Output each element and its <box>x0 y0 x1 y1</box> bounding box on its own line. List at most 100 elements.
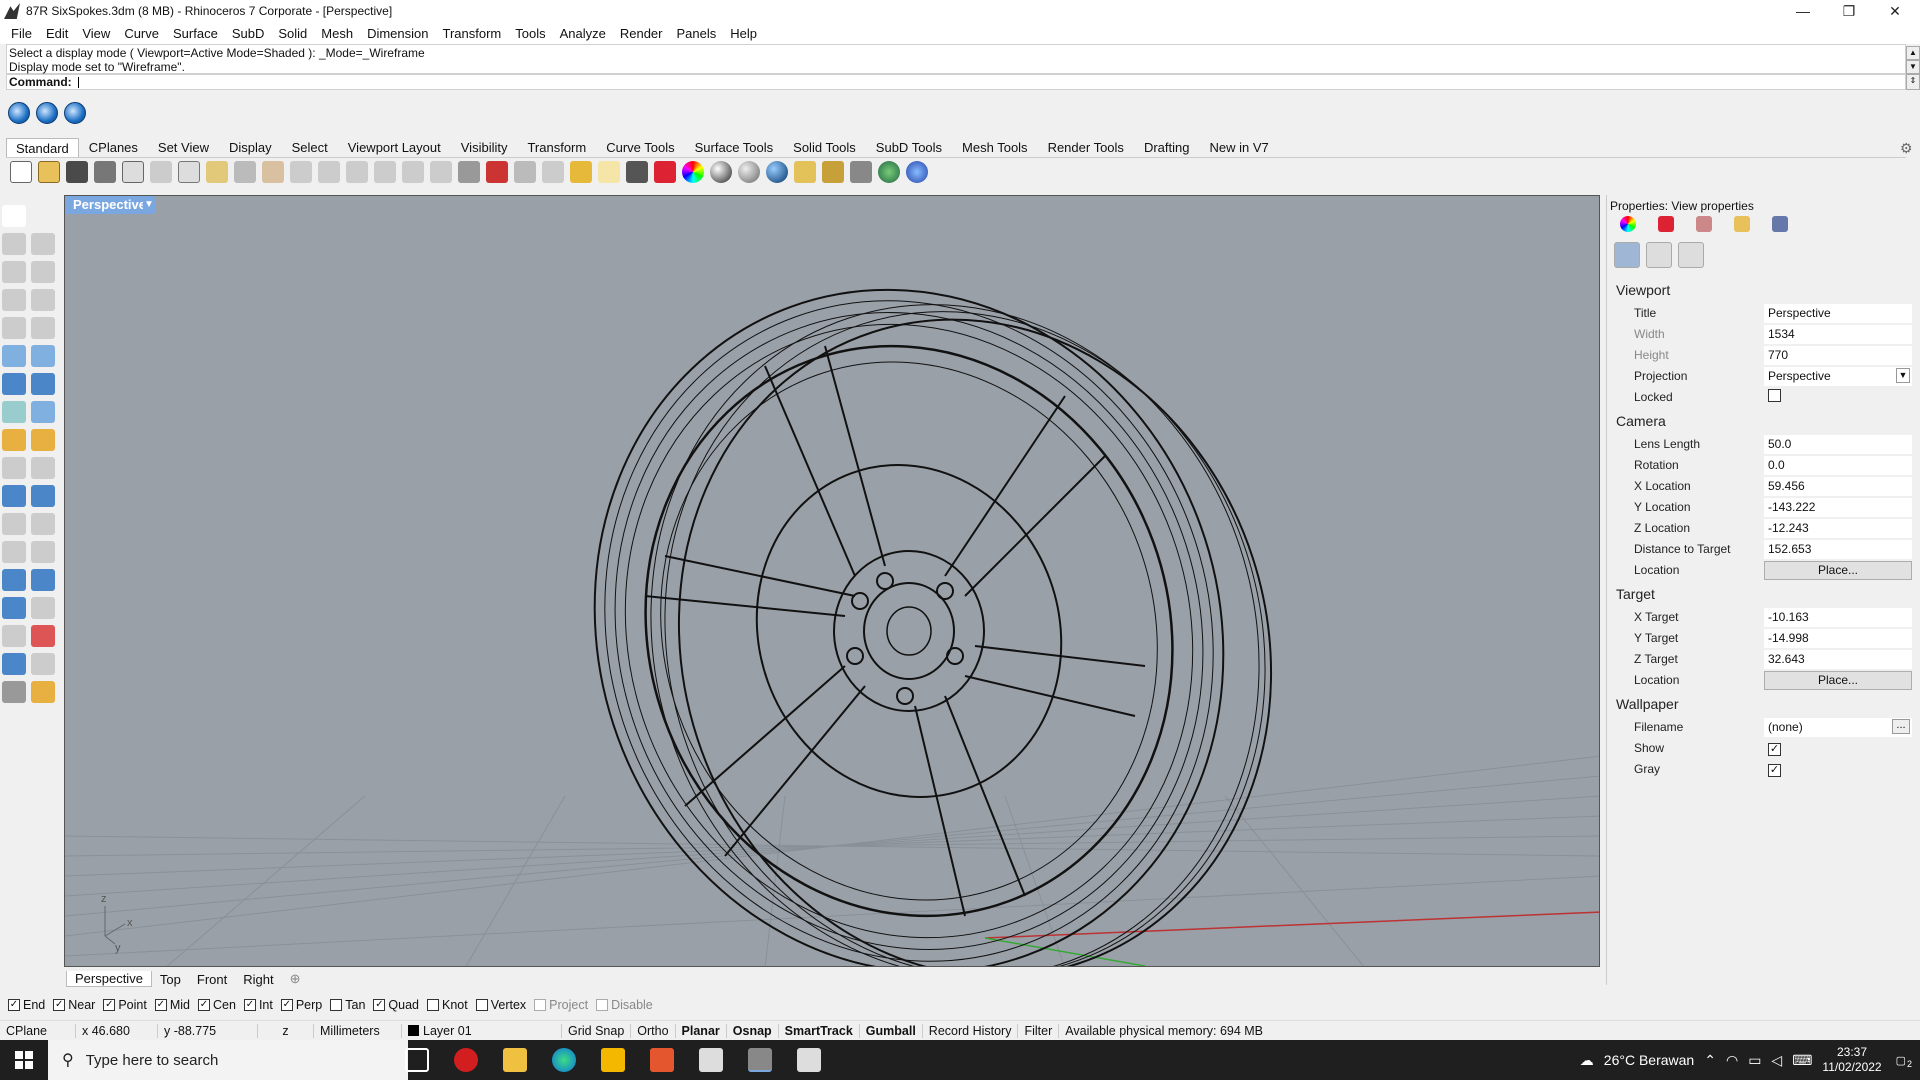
osnap-checkbox[interactable]: ✓ <box>103 999 116 1011</box>
circle-icon[interactable] <box>2 261 26 283</box>
light-bulb-icon[interactable] <box>598 161 620 183</box>
open-folder-icon[interactable] <box>38 161 60 183</box>
display-mode-icon[interactable] <box>64 102 86 124</box>
curve-icon[interactable] <box>31 233 55 255</box>
help-icon[interactable] <box>906 161 928 183</box>
copy-icon[interactable] <box>178 161 200 183</box>
surface-icon[interactable] <box>2 345 26 367</box>
new-file-icon[interactable] <box>10 161 32 183</box>
osnap-checkbox[interactable] <box>427 999 439 1011</box>
fillet-curve-icon[interactable] <box>31 317 55 339</box>
lock-icon[interactable] <box>626 161 648 183</box>
osnap-quad[interactable]: ✓ Quad <box>373 998 419 1012</box>
edge-browser-icon[interactable] <box>552 1048 576 1072</box>
select-icon[interactable] <box>542 161 564 183</box>
notepad-icon[interactable] <box>699 1048 723 1072</box>
restore-button[interactable]: ❐ <box>1826 0 1872 22</box>
osnap-disable[interactable]: Disable <box>596 998 653 1012</box>
move-icon[interactable] <box>2 569 26 591</box>
smarttrack-toggle[interactable]: SmartTrack <box>779 1023 860 1038</box>
x-target-field[interactable]: -10.163 <box>1764 607 1912 627</box>
ortho-toggle[interactable]: Ortho <box>631 1023 676 1038</box>
command-scroll[interactable]: ⇕ <box>1906 74 1920 90</box>
viewport-title[interactable]: Perspective <box>66 196 153 214</box>
xampp-icon[interactable] <box>650 1048 674 1072</box>
projection-select[interactable]: Perspective ▼ <box>1764 366 1912 386</box>
tab-right[interactable]: Right <box>235 972 281 987</box>
dimension-tool-icon[interactable] <box>31 541 55 563</box>
osnap-near[interactable]: ✓ Near <box>53 998 95 1012</box>
osnap-checkbox[interactable]: ✓ <box>154 999 167 1011</box>
rotation-field[interactable]: 0.0 <box>1764 455 1912 475</box>
menu-panels[interactable]: Panels <box>669 26 723 41</box>
boolean-icon[interactable] <box>31 373 55 395</box>
tab-visibility[interactable]: Visibility <box>451 137 518 158</box>
offset-icon[interactable] <box>31 513 55 535</box>
polyline-icon[interactable] <box>2 233 26 255</box>
weather-text[interactable]: 26°C Berawan <box>1604 1052 1694 1068</box>
file-explorer-icon[interactable] <box>503 1048 527 1072</box>
clock[interactable]: 23:37 11/02/2022 <box>1822 1045 1881 1075</box>
add-viewport-tab-icon[interactable]: ⊕ <box>282 971 309 987</box>
tab-curve-tools[interactable]: Curve Tools <box>596 137 684 158</box>
drafting-icon[interactable] <box>31 681 55 703</box>
opera-browser-icon[interactable] <box>454 1048 478 1072</box>
tab-cplanes[interactable]: CPlanes <box>79 137 148 158</box>
menu-dimension[interactable]: Dimension <box>360 26 435 41</box>
z-location-field[interactable]: -12.243 <box>1764 518 1912 538</box>
loft-icon[interactable] <box>31 345 55 367</box>
mesh-icon[interactable] <box>2 401 26 423</box>
display-mode-icon[interactable] <box>8 102 30 124</box>
menu-curve[interactable]: Curve <box>117 26 166 41</box>
move-view-icon[interactable] <box>290 161 312 183</box>
material-sphere-icon[interactable] <box>766 161 788 183</box>
menu-subd[interactable]: SubD <box>225 26 272 41</box>
osnap-checkbox[interactable]: ✓ <box>243 999 256 1011</box>
tab-transform[interactable]: Transform <box>517 137 596 158</box>
globe-icon[interactable] <box>878 161 900 183</box>
trim-icon[interactable] <box>31 429 55 451</box>
join-icon[interactable] <box>31 457 55 479</box>
battery-icon[interactable]: ▭ <box>1748 1052 1761 1069</box>
task-view-icon[interactable] <box>405 1048 429 1072</box>
rectangle-icon[interactable] <box>31 289 55 311</box>
tab-set-view[interactable]: Set View <box>148 137 219 158</box>
subd-icon[interactable] <box>31 401 55 423</box>
display-panel-icon[interactable] <box>1696 216 1712 232</box>
analysis-icon[interactable] <box>794 161 816 183</box>
copy-tool-icon[interactable] <box>31 569 55 591</box>
menu-analyze[interactable]: Analyze <box>553 26 613 41</box>
history-scroll-up[interactable]: ▲ <box>1906 46 1920 60</box>
tab-display[interactable]: Display <box>219 137 282 158</box>
command-input[interactable] <box>78 77 80 89</box>
menu-mesh[interactable]: Mesh <box>314 26 360 41</box>
array-icon[interactable] <box>2 625 26 647</box>
menu-view[interactable]: View <box>75 26 117 41</box>
points-icon[interactable] <box>570 161 592 183</box>
osnap-checkbox[interactable] <box>475 999 488 1011</box>
tab-perspective[interactable]: Perspective <box>66 971 152 987</box>
tab-select[interactable]: Select <box>282 137 338 158</box>
lens-length-field[interactable]: 50.0 <box>1764 434 1912 454</box>
arc-icon[interactable] <box>2 289 26 311</box>
osnap-toggle[interactable]: Osnap <box>727 1023 779 1038</box>
menu-tools[interactable]: Tools <box>508 26 552 41</box>
gray-checkbox[interactable]: ✓ <box>1768 763 1781 777</box>
command-history[interactable]: Select a display mode ( Viewport=Active … <box>6 44 1906 74</box>
wifi-icon[interactable]: ◠ <box>1726 1052 1738 1069</box>
mail-app-icon[interactable] <box>601 1048 625 1072</box>
measure-icon[interactable] <box>31 597 55 619</box>
distance-to-target-field[interactable]: 152.653 <box>1764 539 1912 559</box>
check-icon[interactable] <box>31 653 55 675</box>
viewport-perspective[interactable]: z y x <box>64 195 1600 967</box>
display-mode-icon[interactable] <box>36 102 58 124</box>
tab-top[interactable]: Top <box>152 972 189 987</box>
tab-surface-tools[interactable]: Surface Tools <box>685 137 784 158</box>
tab-subd-tools[interactable]: SubD Tools <box>866 137 952 158</box>
osnap-vertex[interactable]: Vertex <box>475 998 526 1012</box>
tab-solid-tools[interactable]: Solid Tools <box>783 137 866 158</box>
volume-icon[interactable]: ◁ <box>1771 1052 1782 1069</box>
tab-standard[interactable]: Standard <box>6 138 79 158</box>
zoom-selected-icon[interactable] <box>402 161 424 183</box>
osnap-checkbox[interactable] <box>596 999 609 1011</box>
